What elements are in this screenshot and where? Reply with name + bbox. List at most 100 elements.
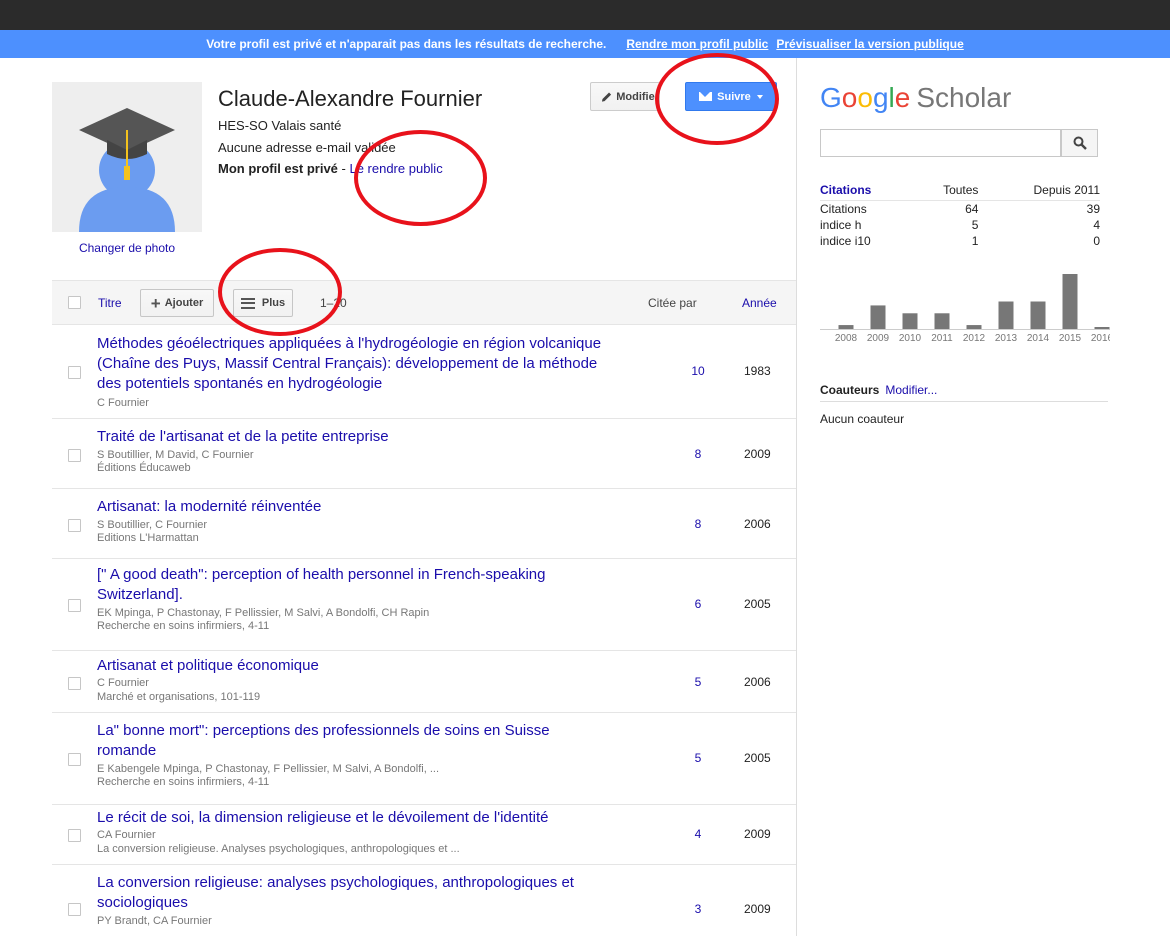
- article-checkbox[interactable]: [68, 829, 81, 842]
- article-title[interactable]: Traité de l'artisanat et de la petite en…: [97, 427, 609, 447]
- scholar-search-input[interactable]: [820, 129, 1061, 157]
- preview-public-link[interactable]: Prévisualiser la version publique: [776, 37, 963, 51]
- more-button[interactable]: Plus: [233, 289, 293, 317]
- article-year: 2006: [744, 675, 771, 689]
- citation-stats-table: Citations Toutes Depuis 2011 Citations 6…: [820, 182, 1100, 249]
- select-all-checkbox[interactable]: [68, 296, 81, 309]
- citations-per-year-chart: 2008 2009 2010 2011 2012 2013 2014 2015 2016: [820, 274, 1110, 344]
- article-authors: C Fournier: [97, 397, 149, 409]
- profile-photo[interactable]: [52, 82, 202, 232]
- article-authors: S Boutillier, C Fournier: [97, 519, 208, 531]
- article-checkbox[interactable]: [68, 366, 81, 379]
- search-button[interactable]: [1061, 129, 1098, 157]
- article-year: 2009: [744, 447, 771, 461]
- sort-by-year[interactable]: Année: [742, 296, 777, 310]
- make-public-link[interactable]: Le rendre public: [349, 161, 442, 176]
- chart-tick-label: 2010: [899, 333, 922, 344]
- article-year: 2009: [744, 827, 771, 841]
- plus-icon: +: [150, 293, 161, 313]
- article-cited-by[interactable]: 8: [682, 447, 714, 461]
- article-authors: E Kabengele Mpinga, P Chastonay, F Pelli…: [97, 763, 439, 775]
- private-profile-banner: Votre profil est privé et n'apparait pas…: [0, 30, 1170, 58]
- pencil-icon: [601, 92, 612, 102]
- article-cited-by[interactable]: 8: [682, 517, 714, 531]
- edit-profile-button[interactable]: Modifier: [590, 82, 660, 111]
- chart-tick-label: 2011: [931, 333, 953, 344]
- article-row: La conversion religieuse: analyses psych…: [52, 865, 796, 933]
- change-photo-link[interactable]: Changer de photo: [52, 241, 202, 255]
- chart-bar-2015[interactable]: [1062, 274, 1078, 329]
- article-venue: Editions L'Harmattan: [97, 532, 199, 544]
- article-title[interactable]: Artisanat et politique économique: [97, 656, 609, 676]
- chart-tick-label: 2013: [995, 333, 1018, 344]
- logo-scholar: Scholar: [916, 82, 1012, 113]
- stats-since: 39: [1086, 202, 1100, 216]
- article-row: Le récit de soi, la dimension religieuse…: [52, 805, 796, 865]
- chart-bar-2016[interactable]: [1094, 327, 1110, 329]
- article-year: 2009: [744, 902, 771, 916]
- article-row: Artisanat et politique économique C Four…: [52, 651, 796, 713]
- article-cited-by[interactable]: 10: [682, 364, 714, 378]
- chart-tick-label: 2008: [835, 333, 858, 344]
- add-button-label: Ajouter: [164, 297, 204, 309]
- stats-header-citations[interactable]: Citations: [820, 182, 914, 201]
- chart-bar-2013[interactable]: [998, 301, 1014, 330]
- article-cited-by[interactable]: 4: [682, 827, 714, 841]
- article-title[interactable]: Le récit de soi, la dimension religieuse…: [97, 808, 609, 828]
- article-authors: C Fournier: [97, 677, 149, 689]
- profile-email-status: Aucune adresse e-mail validée: [218, 140, 396, 155]
- article-checkbox[interactable]: [68, 519, 81, 532]
- private-label: Mon profil est privé: [218, 161, 338, 176]
- chart-bar-2014[interactable]: [1030, 301, 1046, 330]
- chart-tick-label: 2014: [1027, 333, 1050, 344]
- stats-row: indice h 5 4: [820, 217, 1100, 233]
- follow-button[interactable]: Suivre: [685, 82, 777, 111]
- article-cited-by[interactable]: 6: [682, 597, 714, 611]
- stats-header-all: Toutes: [913, 182, 979, 201]
- chart-bar-2009[interactable]: [870, 305, 886, 329]
- chart-bar-2010[interactable]: [902, 313, 918, 329]
- make-profile-public-link[interactable]: Rendre mon profil public: [626, 37, 768, 51]
- menu-icon: [240, 297, 255, 309]
- stats-label: indice i10: [820, 234, 871, 248]
- article-title[interactable]: [" A good death": perception of health p…: [97, 565, 609, 605]
- article-checkbox[interactable]: [68, 903, 81, 916]
- chart-bar-2011[interactable]: [934, 313, 950, 329]
- article-checkbox[interactable]: [68, 449, 81, 462]
- article-authors: CA Fournier: [97, 829, 156, 841]
- privacy-separator: -: [337, 161, 350, 176]
- chart-bar-2008[interactable]: [838, 325, 854, 329]
- article-cited-by[interactable]: 5: [682, 751, 714, 765]
- chart-tick-label: 2012: [963, 333, 986, 344]
- article-cited-by[interactable]: 3: [682, 902, 714, 916]
- article-cited-by[interactable]: 5: [682, 675, 714, 689]
- article-title[interactable]: La" bonne mort": perceptions des profess…: [97, 721, 609, 761]
- edit-button-label: Modifier: [616, 90, 659, 103]
- chart-tick-label: 2015: [1059, 333, 1082, 344]
- stats-all: 64: [965, 202, 979, 216]
- logo-letter: g: [872, 82, 889, 113]
- chart-bar-2012[interactable]: [966, 325, 982, 329]
- article-venue: Recherche en soins infirmiers, 4-11: [97, 620, 270, 632]
- google-scholar-logo[interactable]: Google Scholar: [820, 82, 1011, 114]
- article-venue: La conversion religieuse. Analyses psych…: [97, 843, 460, 855]
- logo-letter: o: [841, 82, 858, 113]
- article-row: La" bonne mort": perceptions des profess…: [52, 713, 796, 805]
- stats-since: 4: [1093, 218, 1100, 232]
- sort-by-title[interactable]: Titre: [98, 296, 122, 310]
- article-title[interactable]: Artisanat: la modernité réinventée: [97, 497, 609, 517]
- sort-by-citations[interactable]: Citée par: [648, 296, 697, 310]
- stats-header-row: Citations Toutes Depuis 2011: [820, 182, 1100, 201]
- article-checkbox[interactable]: [68, 753, 81, 766]
- article-venue: Recherche en soins infirmiers, 4-11: [97, 776, 270, 788]
- avatar-icon: [52, 82, 202, 232]
- article-checkbox[interactable]: [68, 677, 81, 690]
- edit-coauthors-link[interactable]: Modifier...: [885, 383, 937, 397]
- article-title[interactable]: La conversion religieuse: analyses psych…: [97, 873, 609, 913]
- add-article-button[interactable]: + Ajouter: [140, 289, 214, 317]
- article-title[interactable]: Méthodes géoélectriques appliquées à l'h…: [97, 334, 609, 394]
- logo-letter: e: [894, 82, 911, 113]
- article-row: Méthodes géoélectriques appliquées à l'h…: [52, 326, 796, 419]
- article-checkbox[interactable]: [68, 599, 81, 612]
- article-year: 2006: [744, 517, 771, 531]
